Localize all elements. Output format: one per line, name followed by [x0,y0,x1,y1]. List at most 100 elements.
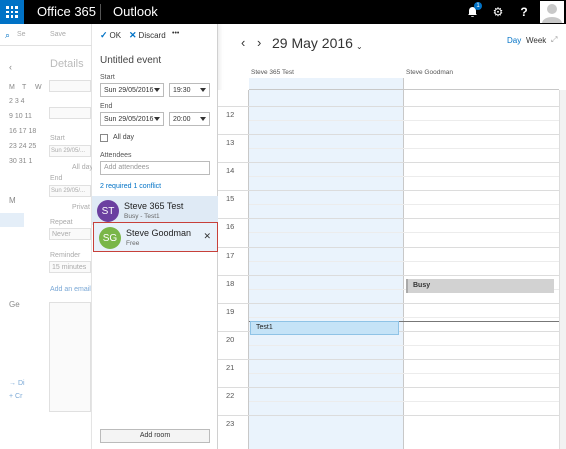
discard-button[interactable]: ✕ Discard [129,30,166,41]
mini-cal-row: 9 10 11 [9,113,32,120]
mini-cal-row: 30 31 1 [9,158,33,165]
bg-allday-label: All day [72,164,94,171]
event-details-panel: ✓ OK ✕ Discard ••• Untitled event Start … [92,24,218,449]
bg-link-plus[interactable]: + Cr [9,393,22,400]
app-launcher-icon[interactable] [0,0,24,24]
hour-line [218,387,559,388]
half-hour-line [249,401,559,402]
event-title[interactable]: Untitled event [100,55,161,66]
mini-cal-row: 2 3 4 [9,98,25,105]
hour-label: 14 [226,166,235,175]
bg-notes-box [49,302,91,412]
bg-repeat-label: Repeat [50,219,73,226]
search-stub: Se [17,31,26,38]
column-header: Steve Goodman [406,69,453,76]
attendee-status: Free [126,240,140,247]
mini-cal-row: 23 24 25 [9,143,37,150]
mini-cal-row: 16 17 18 [9,128,37,135]
current-date[interactable]: 29 May 2016 [272,35,353,51]
prev-month-chevron-icon[interactable]: ‹ [9,62,12,72]
bg-private-label: Privat [72,204,90,211]
add-attendees-input[interactable]: Add attendees [100,161,210,175]
settings-gear-icon[interactable]: ⚙ [486,0,510,24]
remove-attendee-close-icon[interactable]: ✕ [203,231,211,242]
bg-end-label: End [50,175,63,182]
conflict-summary-link[interactable]: 2 required 1 conflict [100,183,161,190]
hour-label: 23 [226,419,235,428]
start-date-value: Sun 29/05/2016 [104,86,154,94]
calendar-event-busy[interactable]: Busy [406,279,554,293]
outlook-title[interactable]: Outlook [113,4,158,19]
end-time-value: 20:00 [173,115,191,123]
hour-label: 22 [226,391,235,400]
chevron-down-icon [154,88,160,92]
calendar-scrollbar[interactable] [559,90,566,449]
hour-line [218,415,559,416]
hour-line [218,134,559,135]
panel-toolbar: ✓ OK ✕ Discard ••• [92,24,218,46]
previous-day-chevron-icon[interactable]: ‹ [241,35,245,50]
view-expand-icon[interactable]: ⤢ [551,35,557,45]
all-day-slot[interactable] [404,78,559,90]
view-week-tab[interactable]: Week [526,36,546,45]
help-icon[interactable]: ? [512,0,536,24]
chevron-down-icon [200,88,206,92]
chevron-down-icon [154,117,160,121]
all-day-label: All day [113,134,135,141]
hour-label: 18 [226,279,235,288]
hour-label: 21 [226,363,235,372]
bg-add-email-link[interactable]: Add an email r [50,286,95,293]
office-365-title[interactable]: Office 365 [37,4,96,19]
bg-title-field [49,80,91,92]
half-hour-line [249,345,559,346]
hour-label: 15 [226,194,235,203]
bg-selected-row [0,213,24,227]
bg-section-g: Ge [9,300,20,309]
half-hour-line [249,317,559,318]
bg-reminder-label: Reminder [50,252,81,259]
mini-cal-weekday: W [35,84,42,91]
add-room-button[interactable]: Add room [100,429,210,443]
discard-label: Discard [138,31,166,40]
start-time-value: 19:30 [173,86,191,94]
end-time-select[interactable]: 20:00 [169,112,210,126]
calendar-column[interactable] [404,90,559,449]
calendar-column[interactable] [249,90,404,449]
user-avatar[interactable] [540,1,564,23]
more-options-button[interactable]: ••• [172,30,179,37]
hour-label: 16 [226,222,235,231]
hour-line [218,303,559,304]
checkmark-icon: ✓ [100,30,108,40]
hour-label: 13 [226,138,235,147]
attendee-row-selected[interactable]: SG Steve Goodman Free ✕ [93,222,218,252]
half-hour-line [249,148,559,149]
bg-start-value: Sun 29/05/... [51,148,86,154]
ok-button[interactable]: ✓ OK [100,30,121,41]
save-button-bg[interactable]: Save [50,31,66,38]
bg-link-arrow[interactable]: → Di [9,380,25,387]
start-label: Start [100,74,115,81]
view-day-tab[interactable]: Day [507,36,521,45]
search-icon[interactable]: ⌕ [5,30,10,41]
all-day-slot[interactable] [249,78,404,90]
hour-label: 12 [226,110,235,119]
calendar-event-test1[interactable]: Test1 [250,321,399,335]
details-heading: Details [50,58,84,70]
top-bar: Office 365 Outlook 1 ⚙ ? [0,0,566,24]
attendee-row[interactable]: ST Steve 365 Test Busy - Test1 [92,196,218,225]
half-hour-line [249,232,559,233]
hour-label: 19 [226,307,235,316]
next-day-chevron-icon[interactable]: › [257,35,261,50]
date-dropdown-chevron-icon[interactable]: ⌄ [356,42,363,51]
hour-line [218,190,559,191]
close-icon: ✕ [129,30,137,40]
start-date-select[interactable]: Sun 29/05/2016 [100,83,164,97]
end-date-select[interactable]: Sun 29/05/2016 [100,112,164,126]
notifications-button[interactable]: 1 [460,0,484,24]
hour-line [218,106,559,107]
start-time-select[interactable]: 19:30 [169,83,210,97]
half-hour-line [249,373,559,374]
half-hour-line [249,120,559,121]
attendee-avatar: ST [97,200,119,222]
all-day-checkbox[interactable] [100,134,108,142]
